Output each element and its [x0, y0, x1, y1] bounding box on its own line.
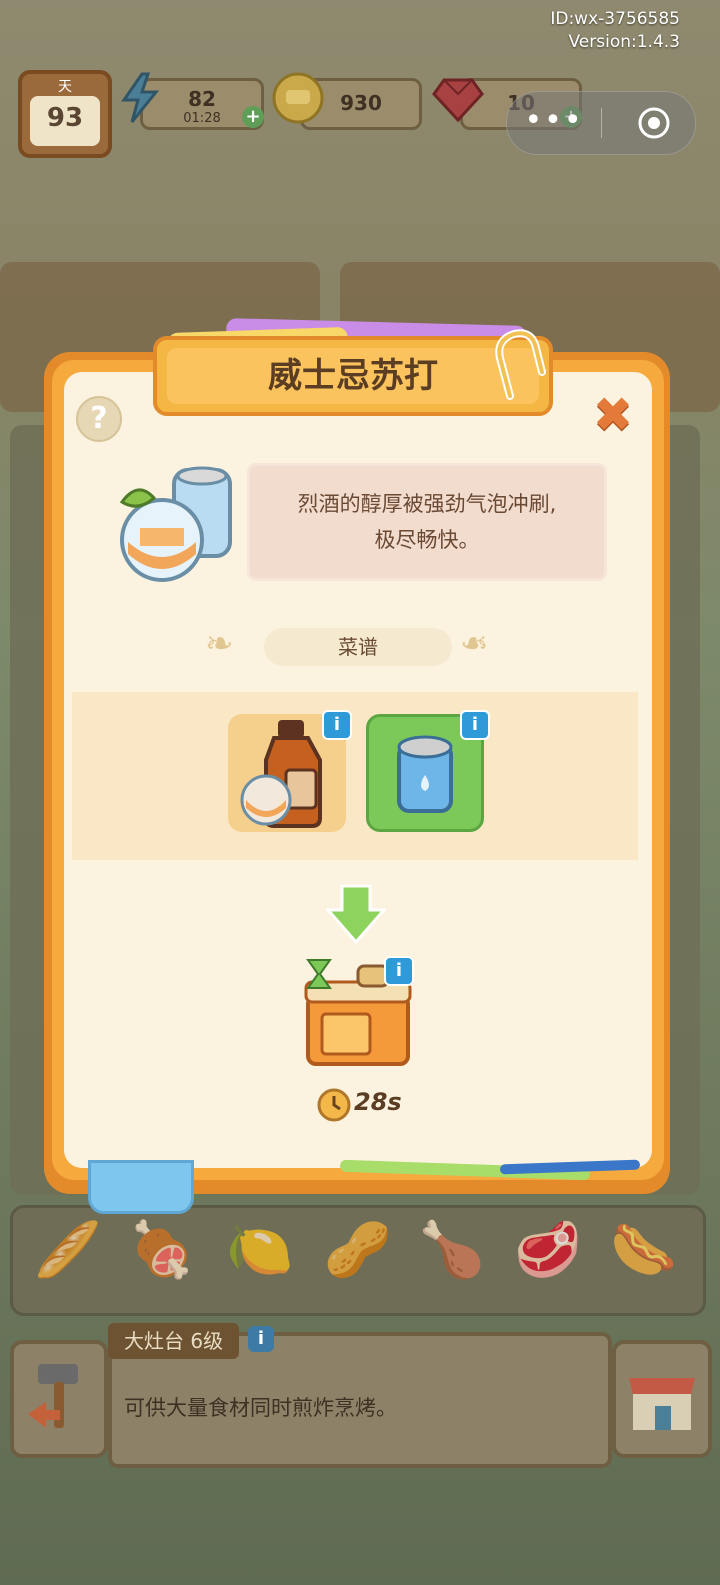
- ingredients-band: [72, 692, 638, 860]
- hammer-icon: [28, 1364, 78, 1428]
- close-miniprogram-icon[interactable]: [637, 106, 671, 140]
- station-preview-info-button[interactable]: i: [384, 956, 414, 986]
- version-label: Version:1.4.3: [568, 32, 681, 52]
- miniprogram-capsule: •••: [506, 91, 696, 155]
- paperclip-icon: [495, 329, 546, 400]
- recipe-section-label: 菜谱: [338, 635, 378, 659]
- ingredient-whiskey-info-button[interactable]: i: [322, 710, 352, 740]
- ingredient-slot[interactable]: 🌭: [604, 1210, 684, 1290]
- ingredient-soda-info-button[interactable]: i: [460, 710, 490, 740]
- shop-button[interactable]: [612, 1340, 712, 1458]
- shop-icon: [629, 1378, 695, 1430]
- arrow-down-icon: [326, 884, 386, 945]
- cook-time: 28s: [354, 1088, 402, 1116]
- station-info-button[interactable]: i: [248, 1326, 274, 1352]
- day-value: 93: [30, 96, 100, 146]
- capsule-divider: [601, 108, 602, 138]
- hammer-build-button[interactable]: [10, 1340, 108, 1458]
- ornament-right-icon: ❧: [460, 624, 489, 664]
- lightning-icon: [121, 72, 160, 123]
- modal-tab-blue: [88, 1160, 194, 1214]
- description-line-1: 烈酒的醇厚被强劲气泡冲刷,: [297, 492, 557, 516]
- ingredient-slot[interactable]: 🥩: [508, 1210, 588, 1290]
- help-button[interactable]: ?: [76, 396, 122, 442]
- more-options-button[interactable]: •••: [507, 92, 601, 154]
- coin-icon: [272, 72, 324, 124]
- system-info: ID:wx-3756585 Version:1.4.3: [550, 8, 680, 54]
- whiskey-soda-icon: [119, 466, 232, 582]
- player-id: ID:wx-3756585: [550, 9, 680, 29]
- day-label: 天: [58, 79, 72, 95]
- ruby-gem-icon: [432, 78, 484, 123]
- recipe-description: 烈酒的醇厚被强劲气泡冲刷, 极尽畅快。: [250, 486, 604, 558]
- ingredient-slot[interactable]: 🥖: [28, 1210, 108, 1290]
- description-line-2: 极尽畅快。: [374, 528, 480, 552]
- ornament-left-icon: ❧: [205, 624, 234, 664]
- ingredient-slot[interactable]: 🍗: [412, 1210, 492, 1290]
- ingredient-slot[interactable]: 🥜: [318, 1210, 398, 1290]
- close-button[interactable]: ✖: [588, 390, 638, 440]
- day-counter: 天 93: [18, 70, 112, 158]
- station-description: 可供大量食材同时煎炸烹烤。: [124, 1396, 397, 1420]
- add-energy-button[interactable]: +: [242, 106, 264, 128]
- ingredient-slot[interactable]: 🍖: [122, 1210, 202, 1290]
- station-title: 大灶台 6级: [108, 1323, 240, 1359]
- ingredient-slot[interactable]: 🍋: [220, 1210, 300, 1290]
